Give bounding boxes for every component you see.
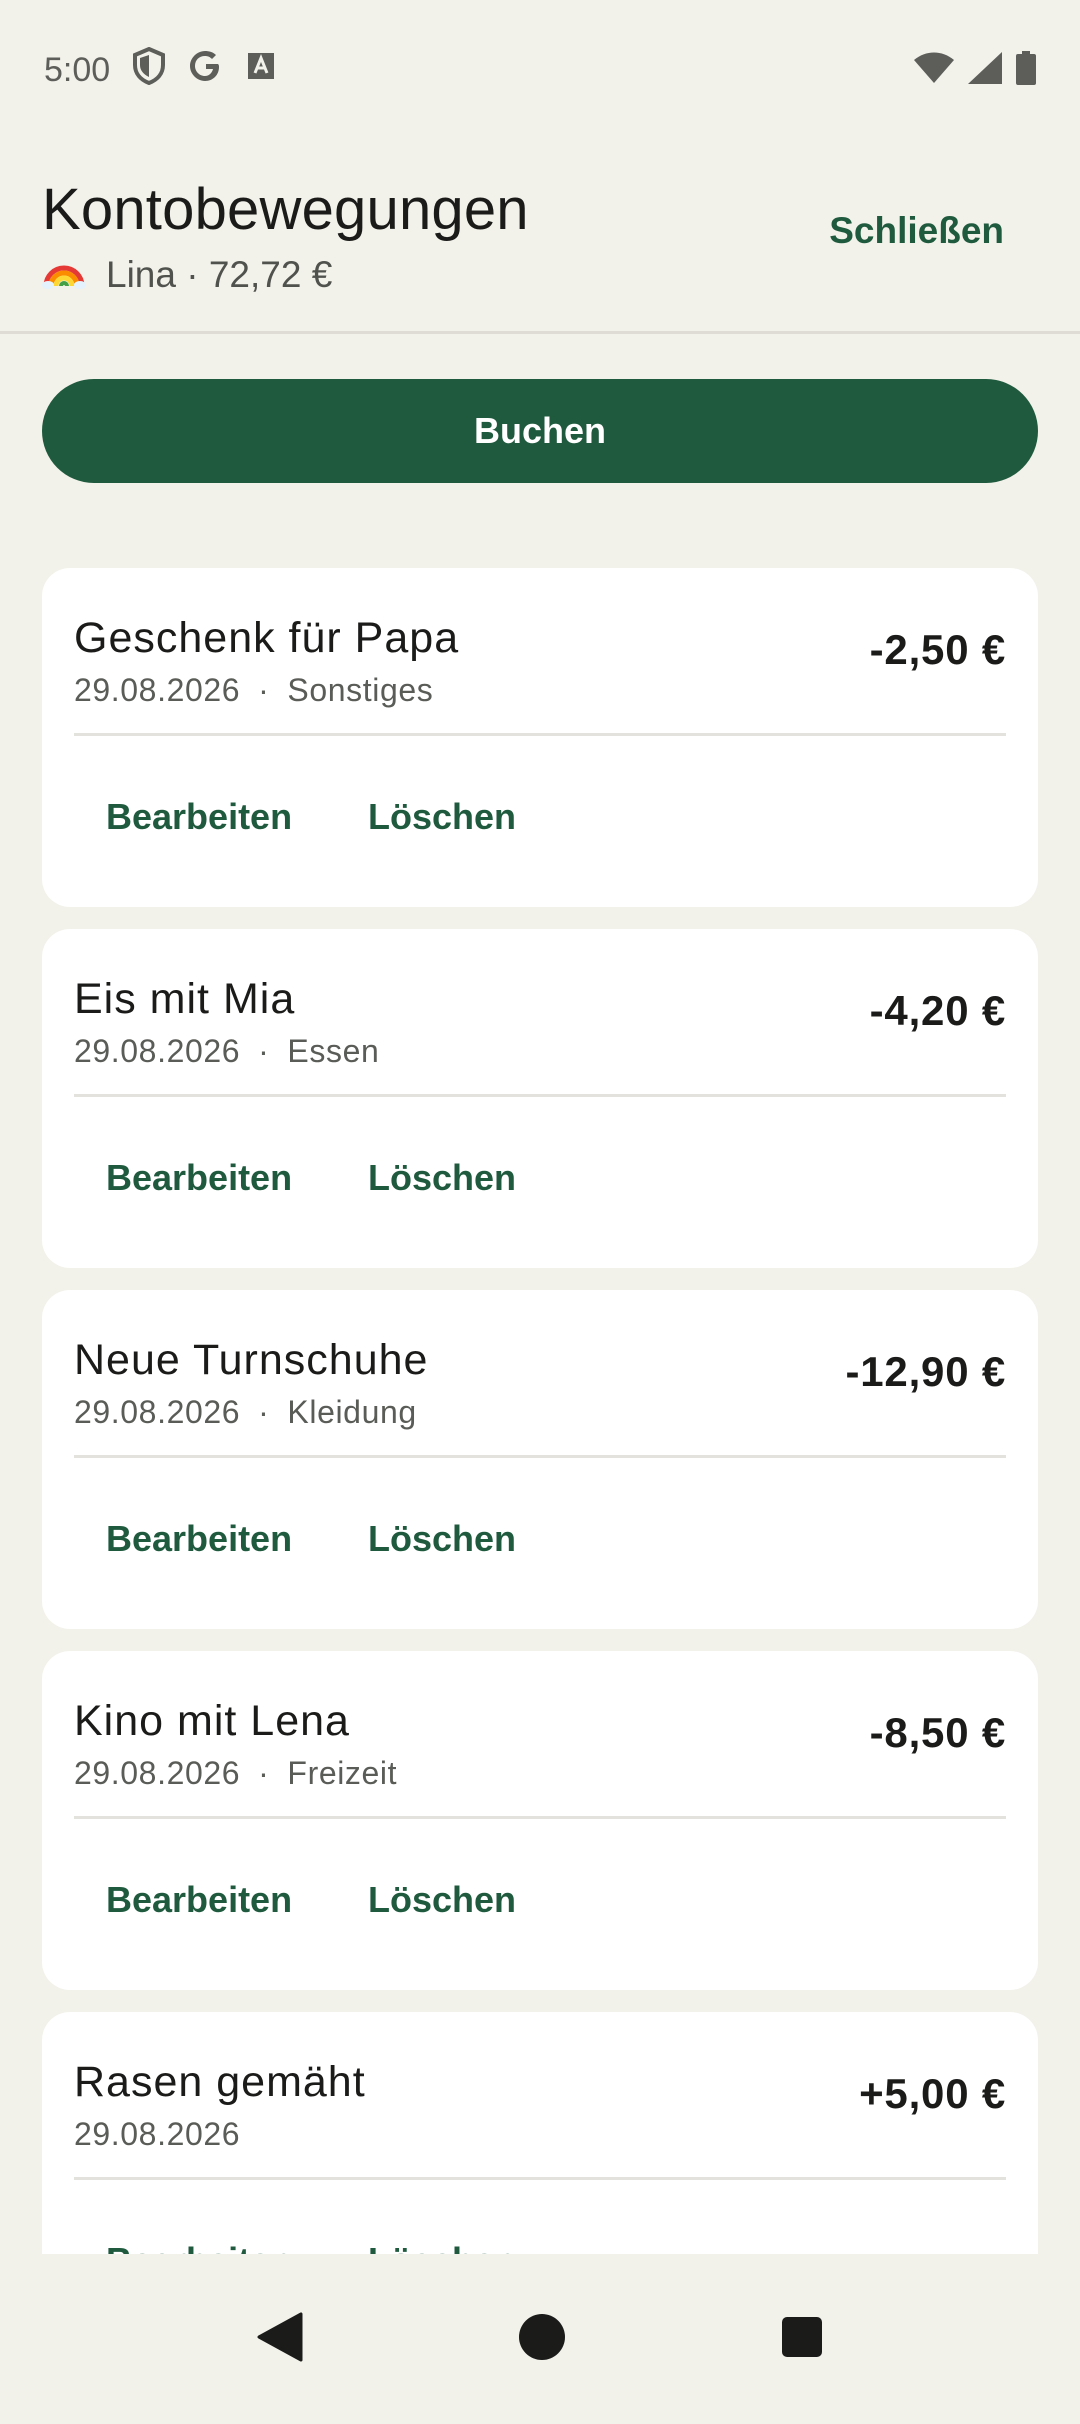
- recents-icon[interactable]: [781, 2316, 823, 2363]
- status-bar: 5:00: [0, 0, 1080, 140]
- home-icon[interactable]: [518, 2313, 566, 2366]
- transaction-category: Essen: [287, 1033, 380, 1069]
- edit-button[interactable]: Bearbeiten: [106, 1518, 292, 1560]
- transaction-card: Neue Turnschuhe 29.08.2026 · Kleidung -1…: [42, 1290, 1038, 1629]
- transaction-title: Neue Turnschuhe: [74, 1336, 429, 1384]
- meta-separator: ·: [258, 672, 270, 708]
- edit-button[interactable]: Bearbeiten: [106, 796, 292, 838]
- meta-separator: ·: [258, 1033, 270, 1069]
- book-button[interactable]: Buchen: [42, 379, 1038, 483]
- transaction-category: Kleidung: [287, 1394, 417, 1430]
- transaction-meta: 29.08.2026 · Freizeit: [74, 1755, 397, 1792]
- meta-separator: ·: [258, 1755, 270, 1791]
- delete-button[interactable]: Löschen: [368, 1518, 516, 1560]
- account-subtitle: Lina · 72,72 €: [42, 250, 332, 299]
- delete-button[interactable]: Löschen: [368, 796, 516, 838]
- font-icon: [246, 51, 276, 90]
- system-nav-bar: [0, 2254, 1080, 2424]
- transaction-title: Rasen gemäht: [74, 2058, 366, 2106]
- transaction-meta: 29.08.2026 · Essen: [74, 1033, 379, 1070]
- transaction-meta: 29.08.2026: [74, 2116, 240, 2153]
- transaction-meta: 29.08.2026 · Kleidung: [74, 1394, 417, 1431]
- transaction-card: Geschenk für Papa 29.08.2026 · Sonstiges…: [42, 568, 1038, 907]
- edit-button[interactable]: Bearbeiten: [106, 2240, 292, 2254]
- status-right: [914, 50, 1036, 90]
- transaction-date: 29.08.2026: [74, 1394, 241, 1430]
- meta-separator: ·: [258, 1394, 270, 1430]
- account-name-balance: Lina · 72,72 €: [106, 253, 333, 295]
- edit-button[interactable]: Bearbeiten: [106, 1879, 292, 1921]
- close-button[interactable]: Schließen: [829, 210, 1004, 252]
- card-divider: [74, 733, 1006, 736]
- delete-button[interactable]: Löschen: [368, 1879, 516, 1921]
- transaction-card: Kino mit Lena 29.08.2026 · Freizeit -8,5…: [42, 1651, 1038, 1990]
- transaction-card: Rasen gemäht 29.08.2026 +5,00 € Bearbeit…: [42, 2012, 1038, 2254]
- status-left: 5:00: [44, 46, 276, 94]
- transaction-title: Geschenk für Papa: [74, 614, 460, 662]
- card-divider: [74, 1455, 1006, 1458]
- back-icon[interactable]: [257, 2312, 303, 2367]
- transaction-meta: 29.08.2026 · Sonstiges: [74, 672, 433, 709]
- card-divider: [74, 2177, 1006, 2180]
- transaction-amount: -4,20 €: [869, 987, 1006, 1034]
- transaction-amount: -8,50 €: [869, 1709, 1006, 1756]
- rainbow-icon: [42, 250, 86, 299]
- wifi-icon: [914, 52, 954, 89]
- google-icon: [188, 48, 224, 93]
- shield-icon: [132, 46, 166, 94]
- transaction-amount: -12,90 €: [845, 1348, 1006, 1395]
- transaction-date: 29.08.2026: [74, 1033, 241, 1069]
- transaction-amount: +5,00 €: [859, 2070, 1006, 2117]
- delete-button[interactable]: Löschen: [368, 2240, 516, 2254]
- cellular-icon: [968, 51, 1002, 89]
- transaction-date: 29.08.2026: [74, 672, 241, 708]
- battery-icon: [1016, 50, 1036, 90]
- transaction-category: Sonstiges: [287, 672, 434, 708]
- transaction-title: Eis mit Mia: [74, 975, 296, 1023]
- transaction-date: 29.08.2026: [74, 2116, 241, 2152]
- status-time: 5:00: [44, 50, 111, 89]
- card-divider: [74, 1816, 1006, 1819]
- edit-button[interactable]: Bearbeiten: [106, 1157, 292, 1199]
- app-header: Kontobewegungen Lina · 72,72 € Schließen: [0, 140, 1080, 334]
- transaction-date: 29.08.2026: [74, 1755, 241, 1791]
- card-divider: [74, 1094, 1006, 1097]
- transaction-list[interactable]: Geschenk für Papa 29.08.2026 · Sonstiges…: [0, 560, 1080, 2254]
- page-title: Kontobewegungen: [42, 177, 529, 242]
- transaction-category: Freizeit: [287, 1755, 398, 1791]
- transaction-title: Kino mit Lena: [74, 1697, 350, 1745]
- transaction-amount: -2,50 €: [869, 626, 1006, 673]
- delete-button[interactable]: Löschen: [368, 1157, 516, 1199]
- transaction-card: Eis mit Mia 29.08.2026 · Essen -4,20 € B…: [42, 929, 1038, 1268]
